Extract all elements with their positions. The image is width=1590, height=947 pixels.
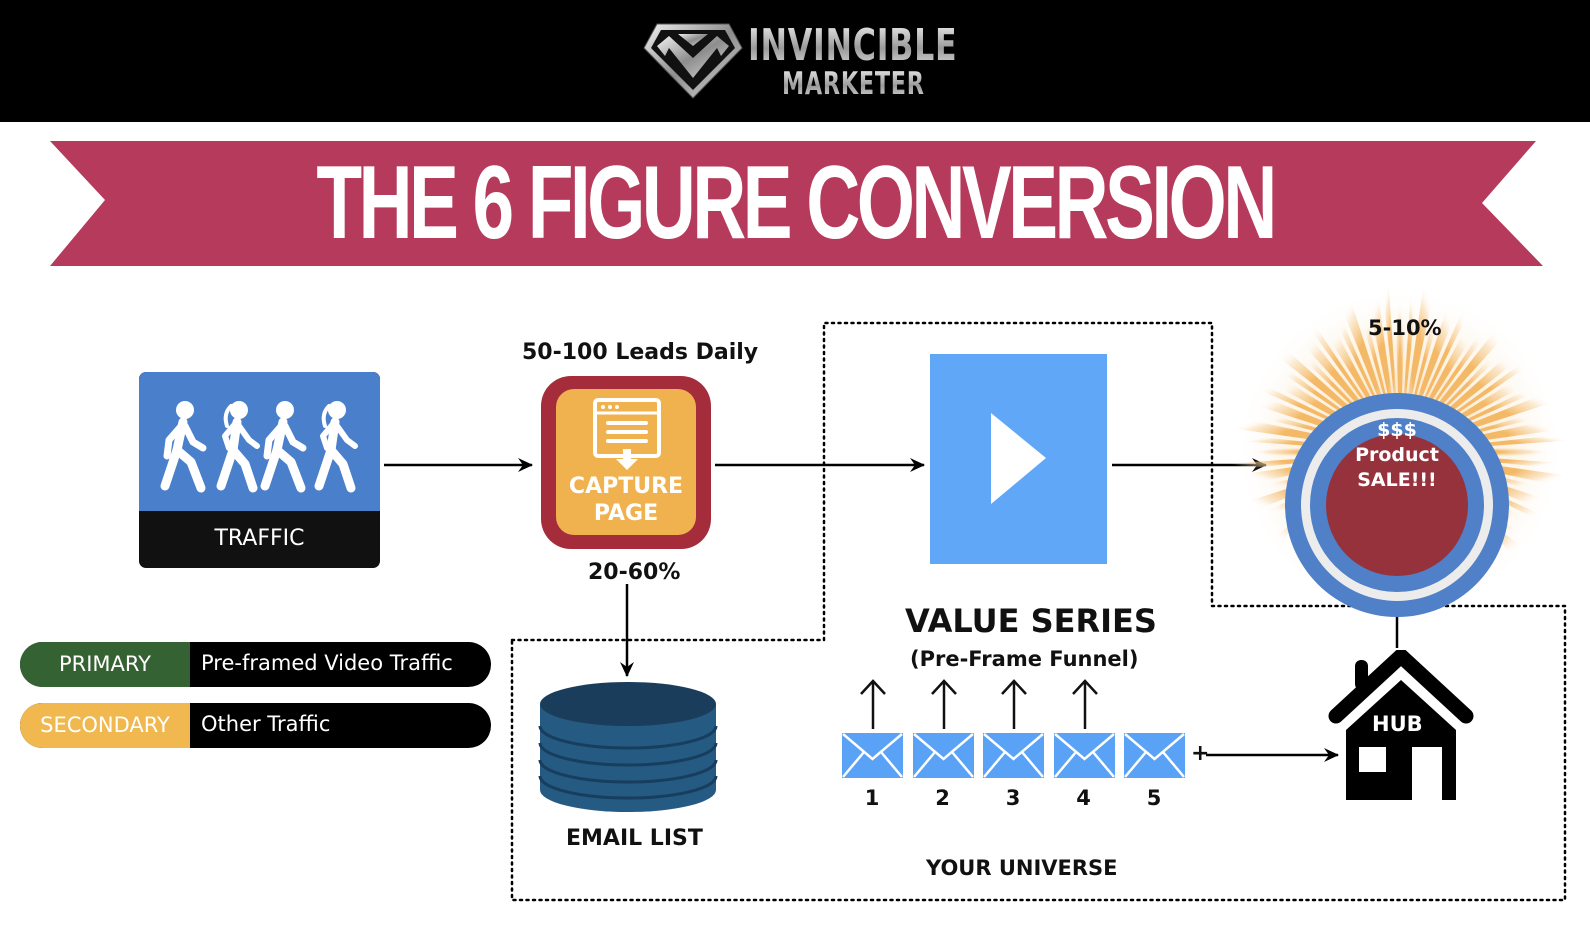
legend-description: Other Traffic	[201, 712, 331, 736]
capture-page-node: CAPTURE PAGE	[541, 376, 711, 549]
hub-label: HUB	[1372, 712, 1423, 736]
email-step-number: 4	[1076, 786, 1091, 810]
database-icon	[538, 682, 718, 812]
legend-item-primary: PRIMARY Pre-framed Video Traffic	[20, 642, 491, 687]
play-icon	[991, 413, 1046, 504]
envelope-icon	[1053, 733, 1115, 778]
video-node	[930, 354, 1107, 564]
legend-description: Pre-framed Video Traffic	[201, 651, 453, 675]
legend-item-secondary: SECONDARY Other Traffic	[20, 703, 491, 748]
up-arrow-icon	[860, 679, 886, 729]
sale-label: $$$ Product SALE!!!	[1355, 419, 1439, 491]
legend-tag: PRIMARY	[20, 642, 190, 687]
traffic-label: TRAFFIC	[214, 526, 305, 551]
web-form-download-icon	[593, 398, 661, 470]
plus-sign: +	[1191, 741, 1210, 766]
capture-page-label: CAPTURE PAGE	[568, 474, 684, 526]
sale-target-node	[1285, 393, 1509, 617]
sale-rate-label: 5-10%	[1368, 316, 1442, 340]
capture-rate-label: 20-60%	[588, 560, 681, 585]
universe-label: YOUR UNIVERSE	[926, 856, 1118, 880]
email-list-label: EMAIL LIST	[566, 826, 703, 851]
up-arrow-icon	[930, 679, 957, 729]
traffic-node: TRAFFIC	[139, 372, 380, 568]
up-arrow-icon	[1071, 679, 1098, 729]
envelope-icon	[983, 733, 1044, 778]
walking-people-icon	[160, 401, 358, 493]
up-arrow-icon	[1001, 679, 1027, 729]
value-series-subtitle: (Pre-Frame Funnel)	[910, 647, 1139, 671]
envelope-icon	[842, 733, 903, 778]
envelope-icon	[1124, 733, 1185, 778]
email-step-number: 1	[864, 786, 880, 810]
value-series-title: VALUE SERIES	[905, 602, 1157, 640]
email-step-number: 3	[1005, 786, 1021, 810]
envelope-icon	[912, 733, 974, 778]
email-step-number: 2	[935, 786, 950, 810]
leads-daily-label: 50-100 Leads Daily	[522, 340, 759, 365]
email-step-number: 5	[1146, 786, 1162, 810]
legend-tag: SECONDARY	[20, 703, 190, 748]
